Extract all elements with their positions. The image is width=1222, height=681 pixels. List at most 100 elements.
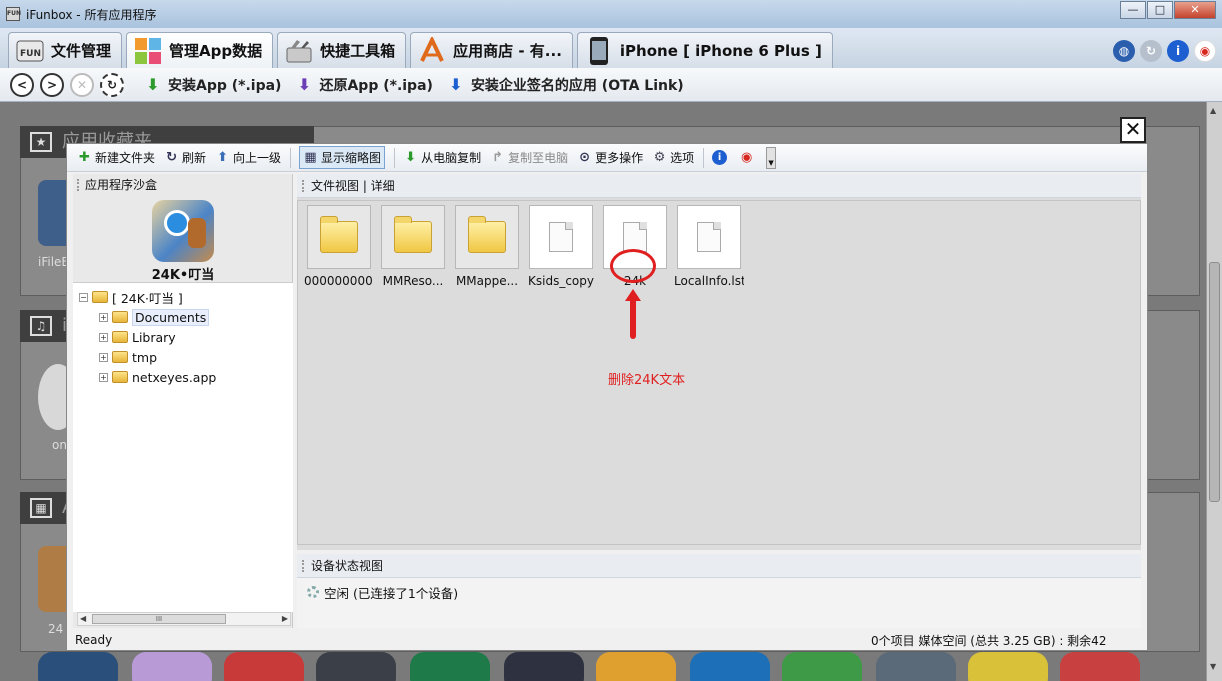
status-media-space: 0个项目 媒体空间 (总共 3.25 GB) : 剩余42 xyxy=(871,633,1107,648)
scrollbar-thumb[interactable]: III xyxy=(92,614,226,624)
vertical-scrollbar[interactable]: ▲ ▼ xyxy=(1206,102,1222,681)
weibo-button[interactable]: ◉ xyxy=(739,150,757,165)
copy-to-pc-button[interactable]: ↱ 复制至电脑 xyxy=(490,149,568,166)
tree-item-tmp[interactable]: + tmp xyxy=(73,347,293,367)
copy-from-pc-button[interactable]: ⬇ 从电脑复制 xyxy=(403,149,481,166)
folder-icon xyxy=(307,205,371,269)
refresh-icon[interactable]: ↻ xyxy=(1140,40,1162,62)
tab-app-store[interactable]: 应用商店 - 有... xyxy=(410,32,573,68)
refresh-icon: ↻ xyxy=(166,150,177,165)
file-item-folder[interactable]: MMReso... xyxy=(378,205,448,288)
globe-icon[interactable]: ◍ xyxy=(1113,40,1135,62)
dock-app xyxy=(132,652,212,681)
up-arrow-icon: ⬆ xyxy=(217,150,228,165)
dash-app-label: iFileE xyxy=(38,255,69,269)
maximize-button[interactable]: □ xyxy=(1147,1,1173,19)
info-button[interactable]: i xyxy=(712,150,730,165)
spinner-icon xyxy=(307,586,319,598)
dock-app xyxy=(1060,652,1140,681)
stop-icon[interactable]: ✕ xyxy=(70,72,94,97)
scroll-up-icon[interactable]: ▲ xyxy=(1210,106,1216,115)
file-item-file[interactable]: LocalInfo.lst xyxy=(674,205,744,288)
weibo-icon: ◉ xyxy=(740,150,753,165)
sandbox-pane-header: 应用程序沙盒 xyxy=(73,174,292,196)
expand-icon[interactable]: + xyxy=(99,332,108,342)
toolbox-icon xyxy=(284,37,314,65)
tree-item-documents[interactable]: + Documents xyxy=(73,307,293,327)
plus-icon: ✚ xyxy=(79,150,90,165)
new-folder-button[interactable]: ✚ 新建文件夹 xyxy=(77,149,155,166)
expand-icon[interactable]: + xyxy=(99,352,108,362)
more-actions-button[interactable]: ⊙ 更多操作 xyxy=(577,149,643,166)
status-ready: Ready xyxy=(75,633,113,647)
iphone-icon xyxy=(584,36,614,65)
grid-icon: ▦ xyxy=(30,498,52,518)
reload-icon[interactable]: ↻ xyxy=(100,72,124,97)
document-icon xyxy=(677,205,741,269)
device-status-view: 设备状态视图 空闲 (已连接了1个设备) xyxy=(297,554,1141,628)
tab-quick-toolbox[interactable]: 快捷工具箱 xyxy=(277,32,407,68)
scrollbar-thumb[interactable] xyxy=(1209,262,1220,502)
dock-app xyxy=(968,652,1048,681)
dash-app-label: 24 xyxy=(48,622,64,636)
horizontal-scrollbar[interactable]: ◀ III ▶ xyxy=(77,612,291,626)
tab-manage-app-data[interactable]: 管理App数据 xyxy=(126,32,274,68)
tab-label: 文件管理 xyxy=(51,42,112,60)
folder-icon xyxy=(455,205,519,269)
tab-label: 应用商店 - 有... xyxy=(453,42,562,60)
scroll-left-icon[interactable]: ◀ xyxy=(80,614,86,623)
toolbar-separator xyxy=(703,147,705,168)
file-item-folder[interactable]: MMappe... xyxy=(452,205,522,288)
collapse-icon[interactable]: − xyxy=(79,292,88,302)
info-icon[interactable]: i xyxy=(1167,40,1189,62)
folder-icon xyxy=(112,371,128,383)
fun-box-icon: FUN xyxy=(15,37,45,65)
enterprise-download-icon: ⬇ xyxy=(449,74,463,94)
dialog-close-button[interactable]: ✕ xyxy=(1120,117,1146,143)
close-window-button[interactable]: ✕ xyxy=(1174,1,1216,19)
weibo-icon[interactable]: ◉ xyxy=(1194,40,1216,62)
expand-icon[interactable]: + xyxy=(99,312,108,322)
download-arrow-icon: ⬇ xyxy=(146,74,160,94)
tab-right-icons: ◍ ↻ i ◉ xyxy=(1108,40,1216,62)
tree-root[interactable]: − [ 24K·叮当 ] xyxy=(73,287,293,307)
back-icon[interactable]: < xyxy=(10,72,34,97)
ifunbox-app-icon: FUN xyxy=(6,7,21,21)
window-title: iFunbox - 所有应用程序 xyxy=(26,7,157,22)
options-button[interactable]: ⚙ 选项 xyxy=(652,149,694,166)
file-item-file[interactable]: Ksids_copy xyxy=(526,205,596,288)
gear-icon: ⚙ xyxy=(653,150,666,165)
folder-icon xyxy=(112,311,128,323)
title-bar: FUN iFunbox - 所有应用程序 — □ ✕ xyxy=(0,0,1222,28)
install-app-button[interactable]: ⬇ 安装App (*.ipa) xyxy=(144,75,281,95)
toolbar-overflow-chevron-icon[interactable]: ▼ xyxy=(766,146,777,169)
dash-app-label: on xyxy=(52,438,67,452)
tab-iphone-device[interactable]: iPhone [ iPhone 6 Plus ] xyxy=(576,32,833,68)
scroll-down-icon[interactable]: ▼ xyxy=(1210,662,1216,671)
tree-item-library[interactable]: + Library xyxy=(73,327,293,347)
show-thumbnails-button[interactable]: ▦ 显示缩略图 xyxy=(299,146,386,169)
file-view-header[interactable]: 文件视图 | 详细 xyxy=(297,174,1141,198)
info-icon: i xyxy=(712,150,728,165)
export-arrow-icon: ↱ xyxy=(492,150,504,165)
file-item-folder[interactable]: 000000000... xyxy=(304,205,374,288)
dock-app xyxy=(876,652,956,681)
tab-file-management[interactable]: FUN 文件管理 xyxy=(8,32,123,68)
window-controls: — □ ✕ xyxy=(1119,1,1216,19)
scroll-right-icon[interactable]: ▶ xyxy=(282,614,288,623)
secondary-toolbar: < > ✕ ↻ ⬇ 安装App (*.ipa) ⬇ 还原App (*.ipa) … xyxy=(0,68,1222,102)
folder-tree: − [ 24K·叮当 ] + Documents + Library + tmp… xyxy=(73,282,293,612)
restore-app-button[interactable]: ⬇ 还原App (*.ipa) xyxy=(295,75,433,95)
tab-label: iPhone [ iPhone 6 Plus ] xyxy=(619,41,822,60)
install-enterprise-app-button[interactable]: ⬇ 安装企业签名的应用 (OTA Link) xyxy=(447,74,683,95)
tab-label: 管理App数据 xyxy=(169,42,263,60)
minimize-button[interactable]: — xyxy=(1120,1,1146,19)
folder-icon xyxy=(112,331,128,343)
expand-icon[interactable]: + xyxy=(99,372,108,382)
dock-app xyxy=(38,652,118,681)
main-tabs: FUN 文件管理 管理App数据 快捷工具箱 应用商店 - 有... iPhon… xyxy=(0,28,1222,68)
refresh-button[interactable]: ↻ 刷新 xyxy=(164,149,206,166)
forward-icon[interactable]: > xyxy=(40,72,64,97)
up-level-button[interactable]: ⬆ 向上一级 xyxy=(215,149,281,166)
tree-item-netxeyes-app[interactable]: + netxeyes.app xyxy=(73,367,293,387)
